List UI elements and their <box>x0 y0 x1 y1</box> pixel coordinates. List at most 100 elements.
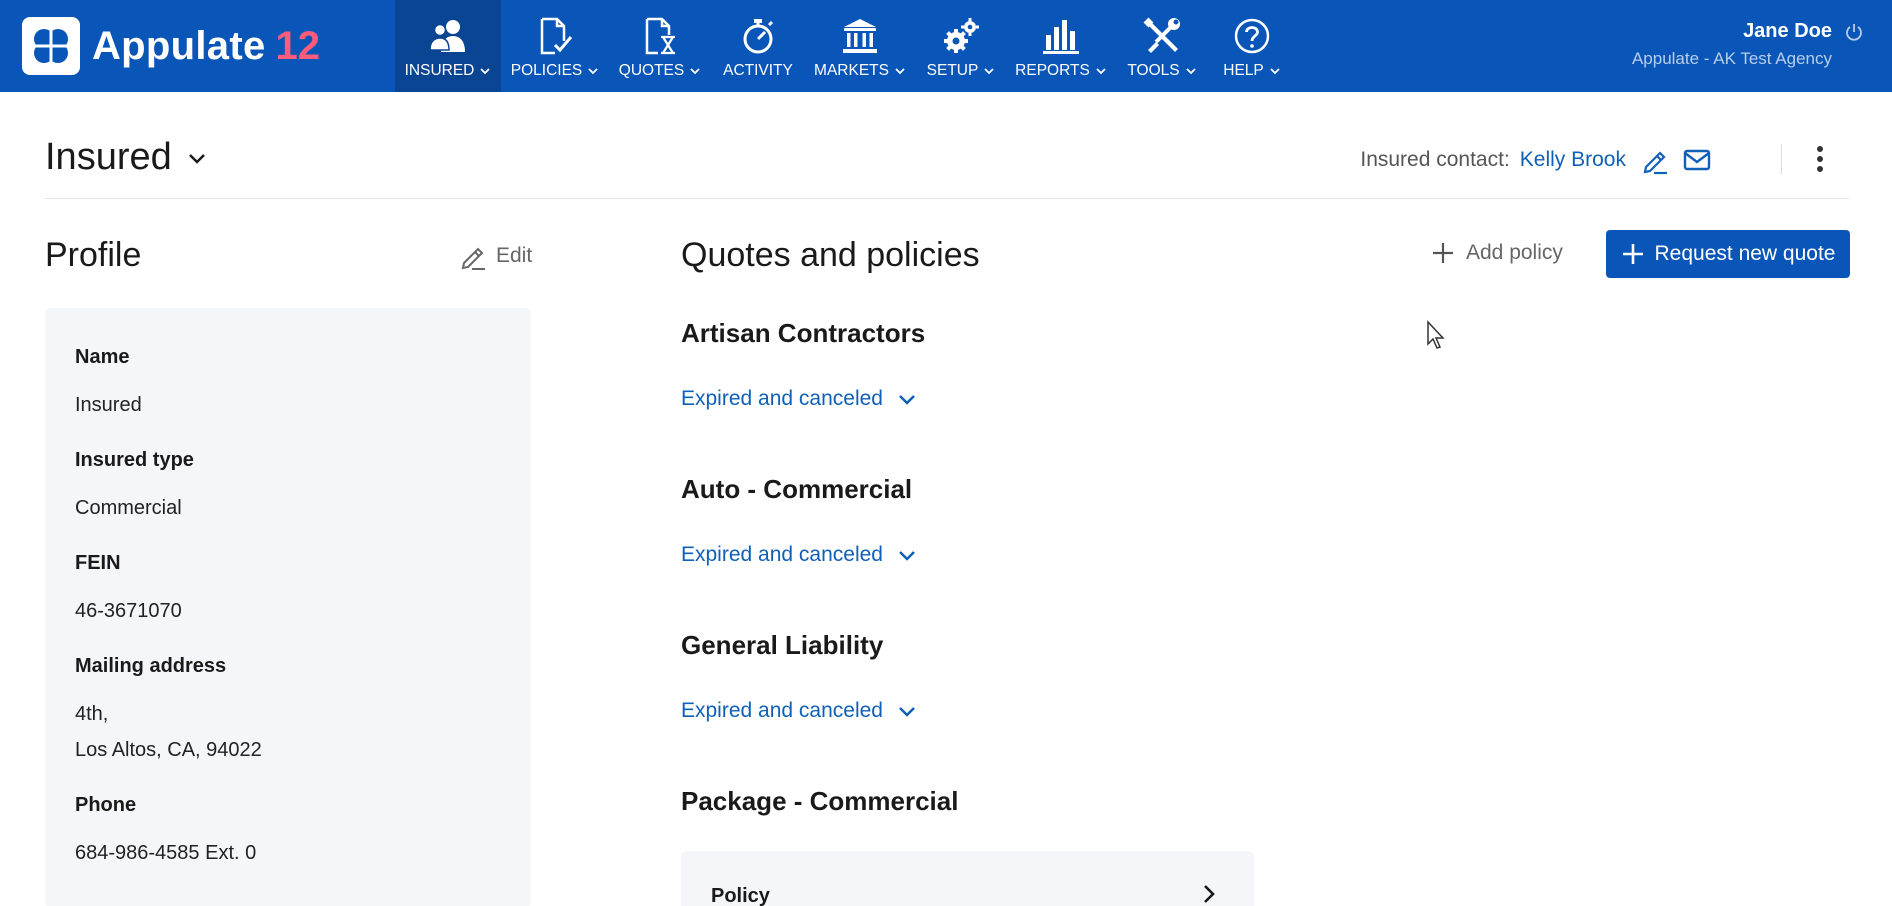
profile-title: Profile <box>45 236 142 274</box>
chevron-down-icon <box>899 551 915 561</box>
profile-field-fein: FEIN 46-3671070 <box>75 552 501 629</box>
quotes-hourglass-document-icon <box>640 16 680 56</box>
field-label: Phone <box>75 794 137 816</box>
nav-item-markets[interactable]: MARKETS <box>805 0 915 92</box>
app-version: 12 <box>275 23 321 68</box>
user-menu[interactable]: Jane Doe Appulate - AK Test Agency <box>1632 20 1864 69</box>
policies-document-check-icon <box>535 16 575 56</box>
profile-card: Name Insured Insured type Commercial FEI… <box>45 308 531 906</box>
markets-bank-icon <box>840 16 880 56</box>
mail-icon[interactable] <box>1682 145 1712 175</box>
expired-canceled-label: Expired and canceled <box>681 543 883 566</box>
top-navigation-bar: Appulate 12 INSURED POLICIES QUOTES ACTI… <box>0 0 1892 92</box>
contact-name-link[interactable]: Kelly Brook <box>1520 148 1626 172</box>
edit-profile-button[interactable]: Edit <box>458 241 532 271</box>
profile-field-name: Name Insured <box>75 346 501 423</box>
chevron-down-icon <box>899 395 915 405</box>
app-logo[interactable]: Appulate 12 <box>22 17 320 75</box>
expired-canceled-label: Expired and canceled <box>681 387 883 410</box>
nav-label-setup: SETUP <box>926 62 979 79</box>
nav-item-activity[interactable]: ACTIVITY <box>711 0 805 92</box>
chevron-down-icon <box>588 68 598 75</box>
nav-label-activity: ACTIVITY <box>723 62 793 79</box>
insured-contact: Insured contact: Kelly Brook <box>1360 145 1712 175</box>
insured-users-icon <box>428 16 468 56</box>
main-nav: INSURED POLICIES QUOTES ACTIVITY MARKETS… <box>395 0 1295 92</box>
chevron-down-icon <box>480 68 491 75</box>
section-package-commercial: Package - Commercial <box>681 786 958 817</box>
nav-item-setup[interactable]: SETUP <box>915 0 1007 92</box>
nav-item-tools[interactable]: TOOLS <box>1115 0 1209 92</box>
add-policy-button[interactable]: Add policy <box>1430 240 1563 266</box>
field-label: Name <box>75 346 130 368</box>
section-title: Package - Commercial <box>681 786 959 816</box>
expired-canceled-toggle[interactable]: Expired and canceled <box>681 699 917 723</box>
section-title: General Liability <box>681 630 884 660</box>
nav-label-policies: POLICIES <box>510 62 583 79</box>
more-options-icon[interactable] <box>1808 142 1832 176</box>
help-question-icon <box>1232 16 1272 56</box>
nav-item-policies[interactable]: POLICIES <box>501 0 609 92</box>
plus-icon <box>1433 243 1453 263</box>
nav-label-quotes: QUOTES <box>618 62 685 79</box>
pencil-edit-icon[interactable] <box>1640 145 1670 175</box>
power-icon[interactable] <box>1844 22 1864 42</box>
policy-card-label: Policy <box>711 885 770 906</box>
nav-item-insured[interactable]: INSURED <box>395 0 501 92</box>
request-new-quote-button[interactable]: Request new quote <box>1606 230 1850 278</box>
chevron-down-icon <box>690 68 700 75</box>
field-value: 46-3671070 <box>75 600 182 622</box>
section-title: Artisan Contractors <box>681 318 926 348</box>
nav-label-insured: INSURED <box>404 62 475 79</box>
section-general-liability: General Liability Expired and canceled <box>681 630 917 723</box>
chevron-down-icon <box>1270 68 1280 75</box>
section-artisan-contractors: Artisan Contractors Expired and canceled <box>681 318 925 411</box>
field-value: Insured <box>75 394 142 416</box>
edit-label: Edit <box>496 244 533 267</box>
chevron-down-icon <box>188 153 205 164</box>
app-name: Appulate <box>92 23 266 68</box>
address-line-1: 4th, <box>75 703 109 725</box>
section-auto-commercial: Auto - Commercial Expired and canceled <box>681 474 917 567</box>
chevron-down-icon <box>1185 68 1196 75</box>
reports-bar-chart-icon <box>1041 16 1081 56</box>
chevron-down-icon <box>984 68 994 75</box>
nav-item-help[interactable]: HELP <box>1209 0 1295 92</box>
field-label: Insured type <box>75 449 194 471</box>
chevron-down-icon <box>899 707 915 717</box>
mouse-cursor-icon <box>1427 320 1445 349</box>
activity-stopwatch-icon <box>738 16 778 56</box>
field-label: Mailing address <box>75 655 227 677</box>
nav-label-help: HELP <box>1223 62 1264 79</box>
expired-canceled-toggle[interactable]: Expired and canceled <box>681 387 925 411</box>
user-name: Jane Doe <box>1743 20 1832 42</box>
nav-label-markets: MARKETS <box>814 62 889 79</box>
user-organization: Appulate - AK Test Agency <box>1631 49 1832 68</box>
field-label: FEIN <box>75 552 121 574</box>
quotes-policies-title: Quotes and policies <box>681 236 980 274</box>
nav-label-tools: TOOLS <box>1127 62 1180 79</box>
page-title-dropdown[interactable]: Insured <box>45 136 208 179</box>
nav-item-quotes[interactable]: QUOTES <box>609 0 711 92</box>
nav-item-reports[interactable]: REPORTS <box>1007 0 1115 92</box>
section-title: Auto - Commercial <box>681 474 913 504</box>
field-value: Commercial <box>75 497 182 519</box>
setup-gears-icon <box>941 16 981 56</box>
chevron-down-icon <box>895 68 905 75</box>
request-quote-label: Request new quote <box>1654 242 1836 265</box>
clover-logo-icon <box>22 17 80 75</box>
header-divider-line <box>45 198 1849 199</box>
profile-field-phone: Phone 684-986-4585 Ext. 0 <box>75 794 501 871</box>
chevron-right-icon <box>1204 885 1215 903</box>
policy-card[interactable]: Policy <box>681 851 1254 906</box>
pencil-edit-icon <box>461 247 485 270</box>
add-policy-label: Add policy <box>1466 241 1563 264</box>
profile-field-insured-type: Insured type Commercial <box>75 449 501 526</box>
field-value: 684-986-4585 Ext. 0 <box>75 842 257 864</box>
tools-wrench-screwdriver-icon <box>1142 16 1182 56</box>
header-divider <box>1781 144 1782 174</box>
expired-canceled-toggle[interactable]: Expired and canceled <box>681 543 917 567</box>
expired-canceled-label: Expired and canceled <box>681 699 883 722</box>
profile-field-mailing-address: Mailing address 4th, Los Altos, CA, 9402… <box>75 655 501 768</box>
address-line-2: Los Altos, CA, 94022 <box>75 739 262 761</box>
